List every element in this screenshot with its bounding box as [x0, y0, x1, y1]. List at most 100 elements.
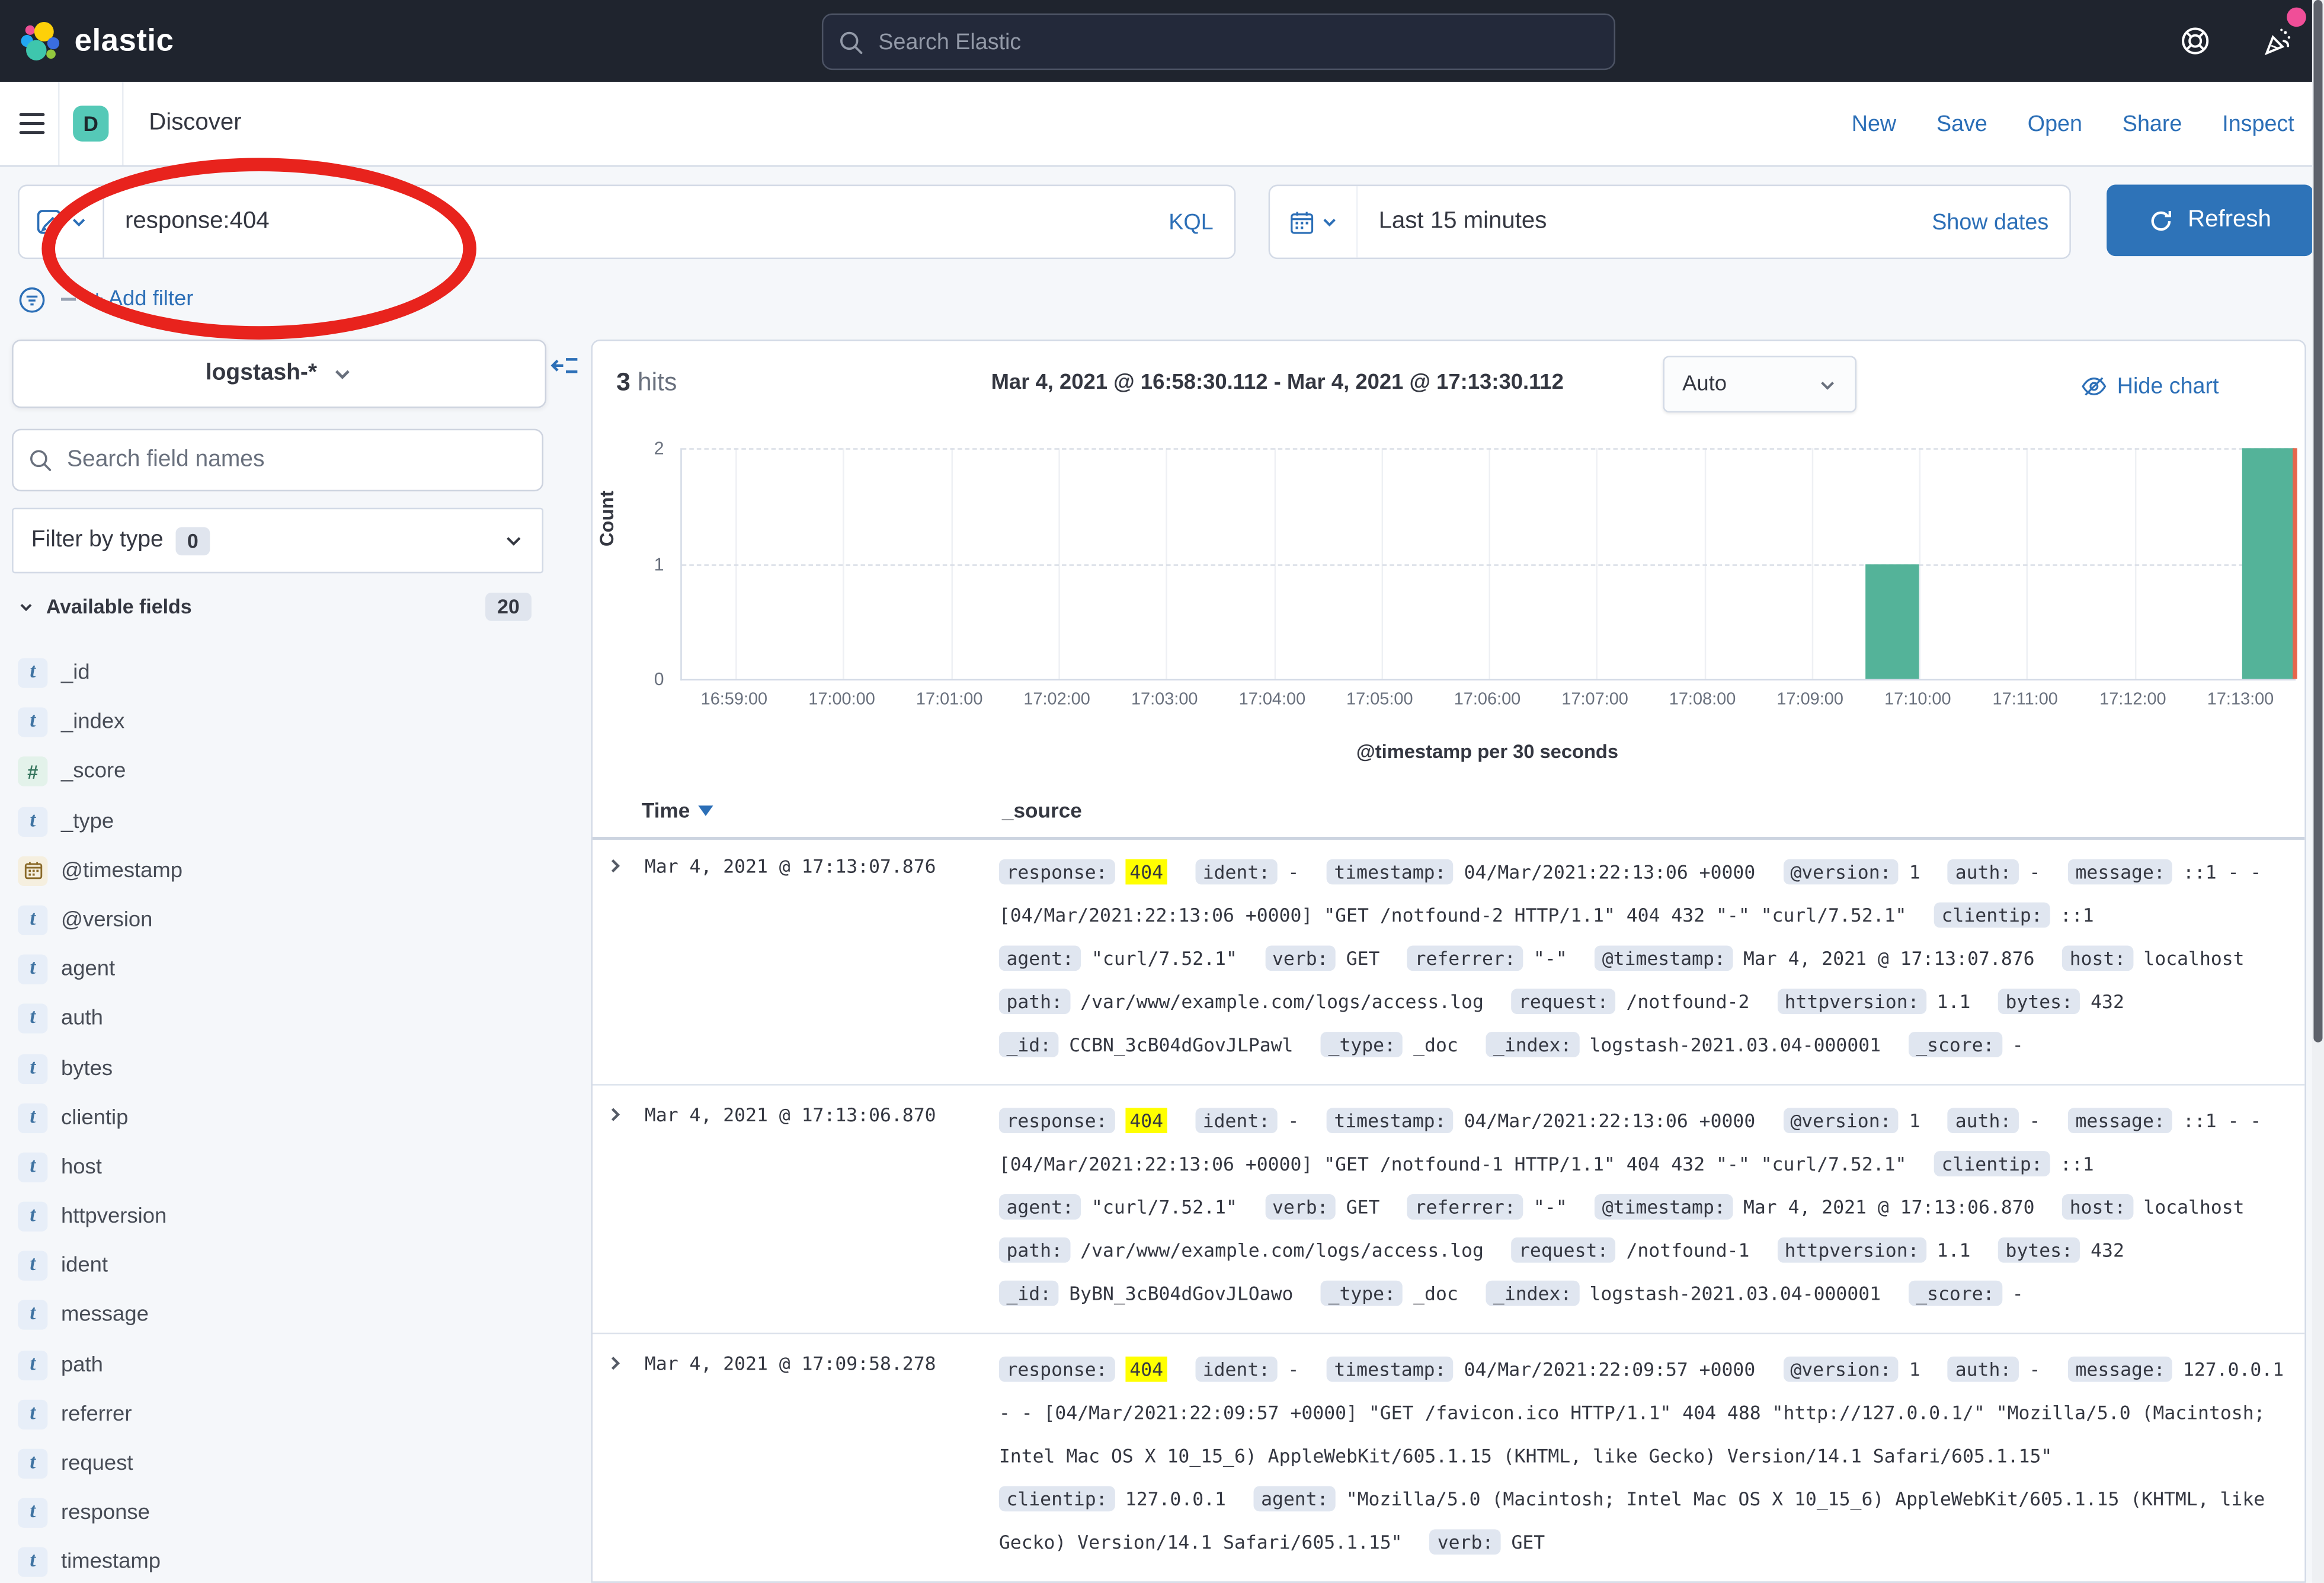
x-tick-label: 17:07:00 — [1543, 691, 1647, 709]
histogram-bar[interactable] — [2243, 448, 2295, 679]
field-badge: response: — [999, 1108, 1115, 1133]
field-list-item[interactable]: t bytes — [18, 1054, 532, 1083]
sort-desc-icon — [699, 805, 713, 816]
expand-row-icon[interactable] — [593, 1099, 645, 1315]
field-list-item[interactable]: t request — [18, 1449, 532, 1479]
field-type-icon — [18, 856, 47, 885]
save-button[interactable]: Save — [1936, 111, 1987, 136]
time-range-button[interactable]: Last 15 minutes — [1358, 209, 1547, 235]
histogram-chart[interactable] — [680, 448, 2296, 680]
fields-sidebar: logstash-* Filter by type 0 — [0, 331, 585, 1583]
interval-select[interactable]: Auto — [1663, 356, 1856, 412]
field-value: - — [1288, 1358, 1299, 1380]
menu-icon[interactable] — [20, 113, 45, 135]
filter-list-icon[interactable] — [18, 285, 46, 314]
filter-by-type-button[interactable]: Filter by type 0 — [12, 508, 543, 574]
field-list-item[interactable]: t _index — [18, 708, 532, 737]
saved-query-menu-button[interactable] — [20, 186, 104, 258]
field-value: /var/www/example.com/logs/access.log — [1080, 1239, 1484, 1261]
top-menu-actions: New Save Open Share Inspect — [1852, 111, 2324, 136]
field-list-item[interactable]: t ident — [18, 1251, 532, 1281]
field-name: clientip — [61, 1106, 128, 1130]
field-list-item[interactable]: t @version — [18, 905, 532, 935]
refresh-button[interactable]: Refresh — [2107, 185, 2313, 257]
collapse-sidebar-icon[interactable] — [551, 351, 580, 380]
field-value: logstash-2021.03.04-000001 — [1589, 1282, 1881, 1304]
help-icon[interactable] — [2179, 25, 2211, 57]
inspect-button[interactable]: Inspect — [2222, 111, 2294, 136]
histogram-bar[interactable] — [1866, 564, 1918, 679]
field-list-item[interactable]: t _type — [18, 807, 532, 836]
notification-dot — [2287, 7, 2306, 26]
field-badge: message: — [2068, 859, 2172, 885]
add-filter-button[interactable]: + Add filter — [91, 287, 193, 311]
global-header: elastic — [0, 0, 2324, 82]
index-pattern-switcher[interactable]: logstash-* — [12, 340, 546, 408]
field-list-item[interactable]: t clientip — [18, 1103, 532, 1133]
field-list-item[interactable]: t auth — [18, 1004, 532, 1034]
doc-source: response:404 ident:- timestamp:04/Mar/20… — [999, 1348, 2304, 1563]
field-value: 1 — [1909, 1109, 1920, 1132]
field-name: response — [61, 1501, 150, 1525]
doc-table-row: Mar 4, 2021 @ 17:13:06.870 response:404 … — [593, 1086, 2304, 1335]
field-name: auth — [61, 1007, 103, 1031]
available-fields-accordion[interactable]: Available fields 20 — [18, 593, 532, 621]
field-badge: path: — [999, 989, 1070, 1014]
newsfeed-icon[interactable] — [2261, 24, 2294, 57]
field-badge: request: — [1511, 1237, 1615, 1263]
field-badge: _type: — [1321, 1032, 1403, 1057]
doc-time: Mar 4, 2021 @ 17:13:06.870 — [645, 1099, 999, 1315]
field-list-item[interactable]: t agent — [18, 955, 532, 984]
x-tick-label: 17:00:00 — [790, 691, 894, 709]
scrollbar-thumb[interactable] — [2313, 0, 2322, 1042]
field-value: localhost — [2143, 947, 2244, 970]
calendar-menu-button[interactable] — [1270, 186, 1358, 258]
query-language-button[interactable]: KQL — [1169, 209, 1234, 235]
field-badge: @timestamp: — [1595, 1194, 1733, 1220]
field-type-icon: t — [18, 807, 47, 836]
field-search-input[interactable] — [64, 445, 527, 475]
field-list-item[interactable]: t response — [18, 1498, 532, 1528]
hide-chart-button[interactable]: Hide chart — [2081, 374, 2219, 399]
global-search-box[interactable] — [822, 14, 1615, 70]
x-tick-label: 17:13:00 — [2188, 691, 2293, 709]
field-list-item[interactable]: t timestamp — [18, 1547, 532, 1577]
field-list-item[interactable]: @timestamp — [18, 856, 532, 885]
field-list-item[interactable]: t host — [18, 1152, 532, 1182]
field-search-box[interactable] — [12, 429, 543, 492]
expand-row-icon[interactable] — [593, 1348, 645, 1563]
query-input[interactable] — [104, 209, 1169, 235]
y-tick-label: 2 — [604, 438, 664, 459]
field-list-item[interactable]: t httpversion — [18, 1202, 532, 1232]
field-list-item[interactable]: t path — [18, 1350, 532, 1380]
field-value: Mar 4, 2021 @ 17:13:07.876 — [1743, 947, 2035, 970]
elastic-logo[interactable]: elastic — [0, 21, 174, 61]
expand-row-icon[interactable] — [593, 850, 645, 1066]
field-value: _doc — [1413, 1034, 1458, 1056]
search-icon — [838, 29, 864, 55]
x-tick-label: 17:06:00 — [1435, 691, 1539, 709]
doc-source: response:404 ident:- timestamp:04/Mar/20… — [999, 850, 2304, 1066]
field-list-item[interactable]: t message — [18, 1301, 532, 1331]
source-column-header: _source — [1002, 798, 1082, 822]
global-search-input[interactable] — [875, 27, 1599, 56]
field-list-item[interactable]: t referrer — [18, 1399, 532, 1429]
field-value: localhost — [2143, 1196, 2244, 1219]
field-list-item[interactable]: # _score — [18, 757, 532, 786]
field-value: "-" — [1534, 1196, 1567, 1219]
field-type-icon: t — [18, 1498, 47, 1528]
new-button[interactable]: New — [1852, 111, 1896, 136]
time-column-header[interactable]: Time — [642, 798, 714, 822]
x-tick-label: 17:12:00 — [2080, 691, 2185, 709]
eye-slash-icon — [2081, 374, 2107, 399]
open-button[interactable]: Open — [2028, 111, 2082, 136]
field-badge: bytes: — [1998, 989, 2080, 1014]
hits-count: 3 hits — [616, 368, 677, 398]
field-badge: bytes: — [1998, 1237, 2080, 1263]
space-avatar[interactable]: D — [73, 105, 108, 141]
share-button[interactable]: Share — [2123, 111, 2182, 136]
show-dates-button[interactable]: Show dates — [1932, 209, 2069, 235]
field-list-item[interactable]: t _id — [18, 658, 532, 688]
x-tick-label: 17:01:00 — [897, 691, 1001, 709]
field-value: - — [2029, 861, 2040, 883]
